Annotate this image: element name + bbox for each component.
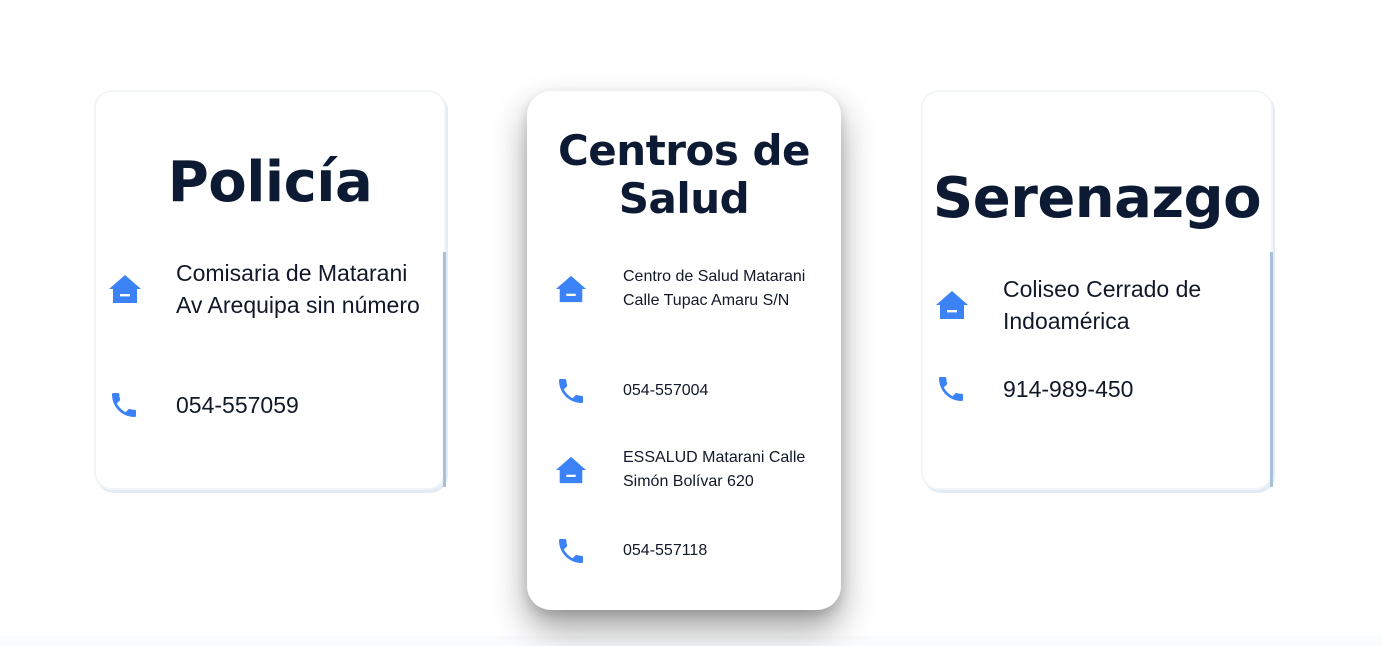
- address-text: ESSALUD Matarani Calle Simón Bolívar 620: [623, 449, 806, 490]
- house-icon: [108, 274, 142, 304]
- phone-text: 054-557059: [176, 392, 299, 418]
- phone-icon: [555, 535, 587, 567]
- card-title: Serenazgo: [932, 166, 1262, 231]
- card-title: Centros de Salud: [557, 126, 811, 223]
- house-icon: [935, 290, 969, 320]
- phone-text: 914-989-450: [1003, 376, 1134, 402]
- phone-icon: [935, 373, 967, 405]
- health-centers-card: Centros de Salud Centro de Salud Mataran…: [527, 91, 841, 610]
- address-text: Coliseo Cerrado de Indoamérica: [1003, 276, 1202, 334]
- address-row: Comisaria de Matarani Av Arequipa sin nú…: [108, 257, 438, 321]
- contacts-section: Policía Comisaria de Matarani Av Arequip…: [0, 0, 1382, 646]
- serenazgo-card: Serenazgo Coliseo Cerrado de Indoamérica…: [921, 90, 1273, 490]
- house-icon: [555, 455, 587, 485]
- address-row: Coliseo Cerrado de Indoamérica: [935, 273, 1265, 337]
- police-card: Policía Comisaria de Matarani Av Arequip…: [94, 90, 446, 490]
- phone-text: 054-557118: [623, 542, 708, 559]
- phone-row: 054-557118: [555, 535, 835, 567]
- address-text: Comisaria de Matarani Av Arequipa sin nú…: [176, 260, 420, 318]
- card-title: Policía: [167, 150, 373, 215]
- house-icon: [555, 274, 587, 304]
- phone-text: 054-557004: [623, 382, 709, 399]
- phone-row: 054-557059: [108, 389, 438, 421]
- phone-row: 054-557004: [555, 375, 835, 407]
- address-text: Centro de Salud Matarani Calle Tupac Ama…: [623, 268, 806, 309]
- address-row: Centro de Salud Matarani Calle Tupac Ama…: [555, 265, 835, 313]
- address-row: ESSALUD Matarani Calle Simón Bolívar 620: [555, 446, 835, 494]
- phone-row: 914-989-450: [935, 373, 1265, 405]
- phone-icon: [108, 389, 140, 421]
- phone-icon: [555, 375, 587, 407]
